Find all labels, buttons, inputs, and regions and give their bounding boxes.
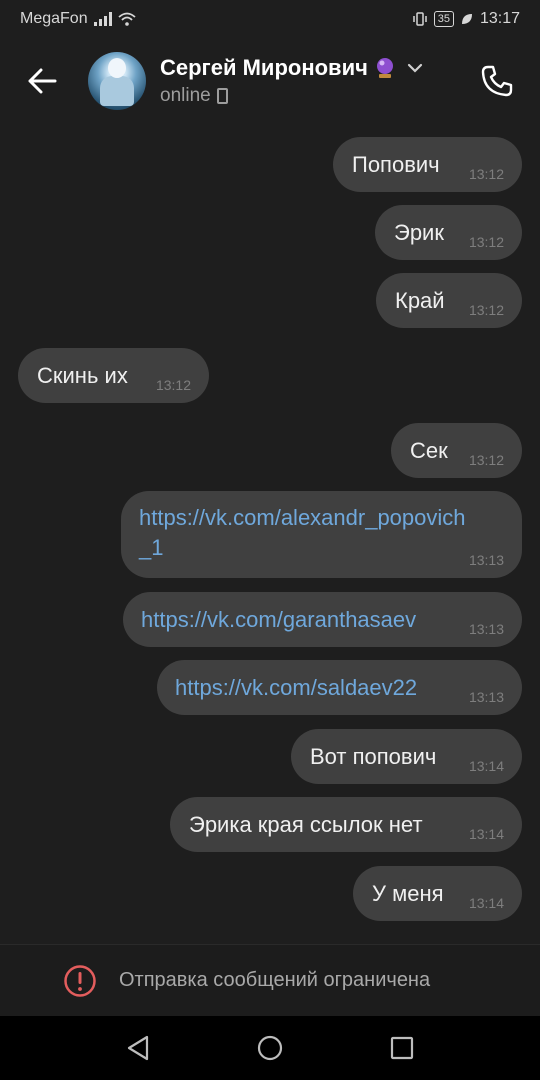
message-time: 13:12: [468, 302, 504, 318]
vibrate-icon: [412, 12, 427, 26]
message-bubble[interactable]: Эрик 13:12: [375, 205, 522, 260]
avatar[interactable]: [88, 52, 146, 110]
online-status: online: [160, 85, 211, 106]
message-bubble[interactable]: У меня 13:14: [353, 866, 522, 921]
link-text[interactable]: https://vk.com/garanthasaev: [141, 605, 416, 635]
chat-header: Сергей Миронович online: [0, 38, 540, 124]
message-time: 13:12: [468, 234, 504, 250]
message-time: 13:14: [468, 758, 504, 774]
carrier-name: MegaFon: [20, 10, 88, 27]
link-text-line2[interactable]: _1: [139, 533, 163, 563]
phone-icon: [481, 65, 513, 97]
message-bubble[interactable]: Край 13:12: [376, 273, 522, 328]
link-text[interactable]: https://vk.com/saldaev22: [175, 673, 417, 703]
message-bubble[interactable]: Попович 13:12: [333, 137, 522, 192]
triangle-back-icon: [127, 1035, 149, 1061]
message-time: 13:13: [468, 689, 504, 705]
call-button[interactable]: [476, 60, 518, 102]
wifi-icon: [118, 12, 136, 26]
crystal-ball-icon: [376, 58, 393, 78]
message-time: 13:14: [468, 826, 504, 842]
message-bubble[interactable]: Сек 13:12: [391, 423, 522, 478]
mobile-device-icon: [216, 88, 228, 104]
circle-home-icon: [257, 1035, 283, 1061]
message-text: Эрик: [394, 219, 444, 245]
battery-icon: 35: [433, 11, 454, 27]
contact-status-row: online: [160, 85, 424, 107]
warning-icon: [64, 964, 96, 997]
chevron-down-icon[interactable]: [406, 59, 424, 77]
message-bubble-link[interactable]: https://vk.com/saldaev22 13:13: [157, 660, 522, 715]
contact-name-row: Сергей Миронович: [160, 55, 424, 81]
message-text: Скинь их: [37, 362, 128, 388]
leaf-icon: [461, 14, 472, 24]
nav-recents-button[interactable]: [380, 1026, 424, 1070]
contact-info[interactable]: Сергей Миронович online: [160, 55, 424, 107]
message-bubble[interactable]: Вот попович 13:14: [291, 729, 522, 784]
message-bubble-link[interactable]: https://vk.com/garanthasaev 13:13: [123, 592, 522, 647]
message-text: Эрика края ссылок нет: [189, 811, 423, 837]
message-text: У меня: [372, 880, 444, 906]
message-list[interactable]: Попович 13:12 Эрик 13:12 Край 13:12 Скин…: [0, 124, 540, 944]
message-time: 13:14: [468, 895, 504, 911]
navigation-bar: [0, 1016, 540, 1080]
link-text-line1[interactable]: https://vk.com/alexandr_popovich: [139, 503, 466, 533]
contact-name: Сергей Миронович: [160, 55, 368, 80]
back-button[interactable]: [14, 53, 70, 109]
restriction-bar: Отправка сообщений ограничена: [0, 944, 540, 1016]
message-bubble[interactable]: Эрика края ссылок нет 13:14: [170, 797, 522, 852]
square-recents-icon: [390, 1036, 414, 1060]
message-time: 13:13: [468, 552, 504, 568]
battery-level: 35: [437, 13, 450, 25]
message-text: Попович: [352, 151, 440, 177]
message-bubble-link[interactable]: https://vk.com/alexandr_popovich _1 13:1…: [121, 491, 522, 578]
status-right: 35 13:17: [412, 10, 520, 28]
nav-back-button[interactable]: [116, 1026, 160, 1070]
status-bar: MegaFon 35 13:17: [0, 0, 540, 38]
message-time: 13:12: [468, 452, 504, 468]
message-bubble-incoming[interactable]: Скинь их 13:12: [18, 348, 209, 403]
message-time: 13:13: [468, 621, 504, 637]
message-time: 13:12: [468, 166, 504, 182]
message-text: Край: [395, 287, 445, 313]
restriction-message: Отправка сообщений ограничена: [119, 969, 431, 991]
arrow-left-icon: [28, 68, 57, 94]
clock: 13:17: [479, 10, 520, 27]
message-time: 13:12: [155, 377, 191, 393]
signal-icon: [93, 12, 112, 26]
status-left: MegaFon: [20, 10, 136, 28]
message-text: Сек: [410, 437, 448, 463]
message-text: Вот попович: [310, 743, 437, 769]
nav-home-button[interactable]: [248, 1026, 292, 1070]
